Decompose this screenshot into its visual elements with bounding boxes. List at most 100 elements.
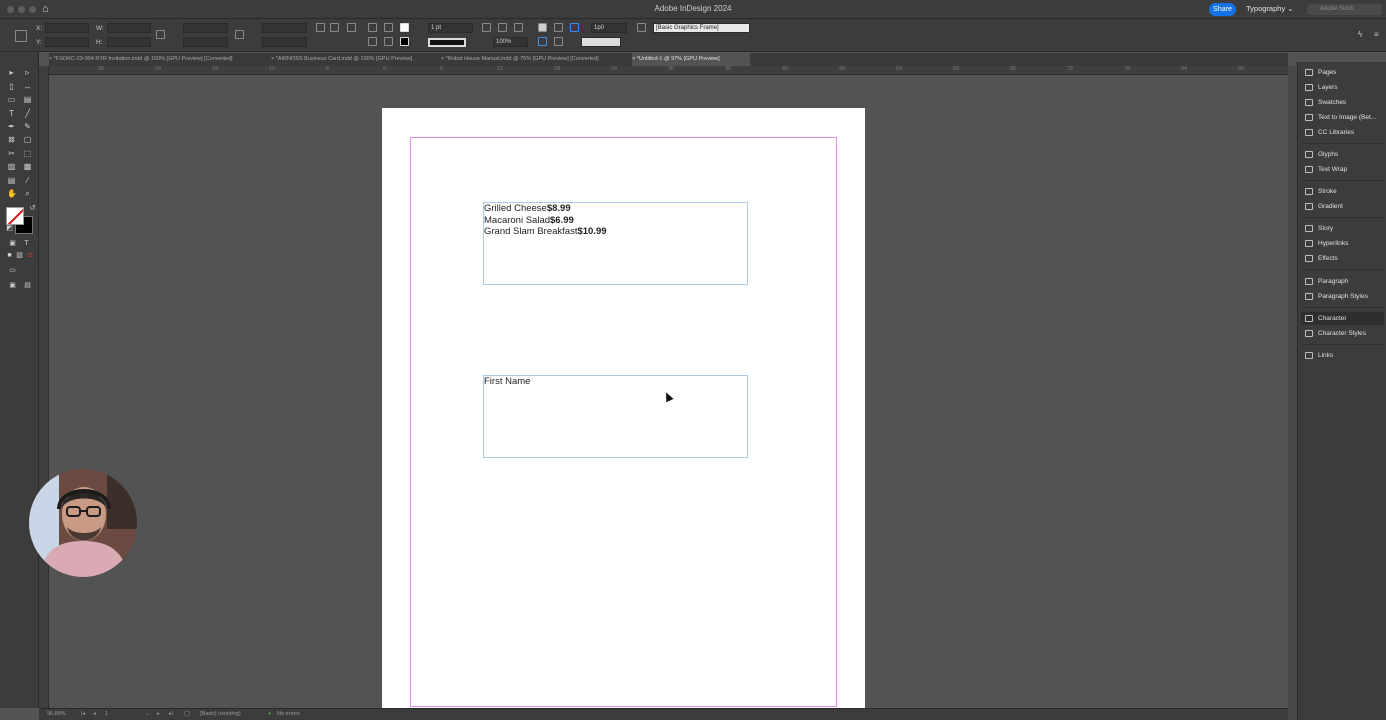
tab-document-1[interactable]: × *FSOKC-23-004 RYR Invitation.indd @ 15… xyxy=(49,53,267,66)
formatting-text-icon[interactable]: T xyxy=(22,239,31,248)
object-style-select[interactable]: [Basic Graphics Frame] xyxy=(653,23,750,33)
stroke-weight-field[interactable]: 1 pt xyxy=(428,23,473,33)
page-tool-icon[interactable]: ▯ xyxy=(7,82,16,91)
reference-point-icon[interactable] xyxy=(15,30,27,42)
open-page-icon[interactable]: ◯ xyxy=(184,711,190,717)
presentation-mode-icon[interactable]: ▤ xyxy=(23,281,32,290)
rectangle-frame-tool-icon[interactable]: ⊠ xyxy=(7,135,16,144)
first-name-text-frame[interactable]: First Name xyxy=(483,375,748,458)
document-page[interactable]: Grilled Cheese$8.99 Macaroni Salad$6.99 … xyxy=(382,108,865,711)
page-number[interactable]: 1 xyxy=(105,711,108,717)
select-previous-icon[interactable] xyxy=(384,23,393,32)
panel-item-pages[interactable]: Pages xyxy=(1301,66,1384,79)
tab-document-4[interactable]: × *Untitled-1 @ 97% [GPU Preview] xyxy=(632,53,750,66)
gradient-feather-tool-icon[interactable]: ▩ xyxy=(23,162,32,171)
apply-none-icon[interactable]: ⧄ xyxy=(26,251,35,260)
preflight-errors[interactable]: No errors xyxy=(277,711,300,717)
close-tab-icon[interactable]: × xyxy=(271,56,274,62)
close-tab-icon[interactable]: × xyxy=(441,56,444,62)
next-page-icon[interactable]: ▸ xyxy=(157,711,160,717)
share-button[interactable]: Share xyxy=(1209,3,1236,16)
eyedropper-tool-icon[interactable]: ⁄ xyxy=(23,176,32,185)
panel-item-gradient[interactable]: Gradient xyxy=(1301,200,1384,213)
preview-mode-icon[interactable]: ▣ xyxy=(8,281,17,290)
last-page-icon[interactable]: ▸| xyxy=(169,711,173,717)
constrain-scale-icon[interactable] xyxy=(235,30,244,39)
panel-item-character-styles[interactable]: Character Styles xyxy=(1301,327,1384,340)
select-container-icon[interactable] xyxy=(368,23,377,32)
panel-item-cc-libraries[interactable]: CC Libraries xyxy=(1301,126,1384,139)
x-position-field[interactable] xyxy=(45,23,89,33)
corner-options-icon[interactable] xyxy=(498,23,507,32)
zoom-level[interactable]: 96.88% xyxy=(47,711,66,717)
gradient-swatch-tool-icon[interactable]: ▨ xyxy=(7,162,16,171)
select-content-icon[interactable] xyxy=(368,37,377,46)
color-preview-field[interactable] xyxy=(581,37,621,47)
panel-item-paragraph[interactable]: Paragraph xyxy=(1301,275,1384,288)
panel-item-layers[interactable]: Layers xyxy=(1301,81,1384,94)
stroke-black-swatch-icon[interactable] xyxy=(400,37,409,46)
panel-item-stroke[interactable]: Stroke xyxy=(1301,185,1384,198)
rotate-ccw-icon[interactable] xyxy=(330,23,339,32)
apply-gradient-icon[interactable]: ▧ xyxy=(15,251,24,260)
rotation-field[interactable] xyxy=(262,23,307,33)
formatting-container-icon[interactable]: ▣ xyxy=(8,239,17,248)
tab-document-2[interactable]: × *AIRNOSS Business Card.indd @ 100% [GP… xyxy=(271,53,439,66)
panel-item-hyperlinks[interactable]: Hyperlinks xyxy=(1301,237,1384,250)
stroke-type-swatch[interactable] xyxy=(428,38,466,47)
selection-tool-icon[interactable]: ▸ xyxy=(7,68,16,77)
tab-document-3[interactable]: × *Robot House Manual.indd @ 75% [GPU Pr… xyxy=(441,53,631,66)
align-left-icon[interactable] xyxy=(538,23,547,32)
scale-y-field[interactable] xyxy=(183,37,228,47)
y-position-field[interactable] xyxy=(45,37,89,47)
default-fill-stroke-icon[interactable]: ◩ xyxy=(5,224,14,233)
vertical-ruler[interactable] xyxy=(39,66,49,708)
swap-fill-stroke-icon[interactable]: ↺ xyxy=(28,204,37,213)
type-tool-icon[interactable]: T xyxy=(7,109,16,118)
gap-tool-icon[interactable]: ↔ xyxy=(23,82,32,91)
pen-tool-icon[interactable]: ✒ xyxy=(7,122,16,131)
panel-item-swatches[interactable]: Swatches xyxy=(1301,96,1384,109)
previous-page-icon[interactable]: ◂ xyxy=(93,711,96,717)
flip-icon[interactable] xyxy=(347,23,356,32)
lightning-icon[interactable]: ϟ xyxy=(1358,30,1362,39)
height-field[interactable] xyxy=(107,37,151,47)
panel-item-paragraph-styles[interactable]: Paragraph Styles xyxy=(1301,290,1384,303)
panel-item-effects[interactable]: Effects xyxy=(1301,252,1384,265)
zoom-tool-icon[interactable]: ⌕ xyxy=(23,189,32,198)
width-field[interactable] xyxy=(107,23,151,33)
page-menu-icon[interactable]: ⌄ xyxy=(145,711,150,717)
pencil-tool-icon[interactable]: ✎ xyxy=(23,122,32,131)
content-placer-icon[interactable]: ▤ xyxy=(23,95,32,104)
distribute-icon[interactable] xyxy=(538,37,547,46)
close-tab-icon[interactable]: × xyxy=(632,56,635,62)
scissors-tool-icon[interactable]: ✂ xyxy=(7,149,16,158)
direct-selection-tool-icon[interactable]: ▹ xyxy=(23,68,32,77)
shear-field[interactable] xyxy=(262,37,307,47)
first-page-icon[interactable]: |◂ xyxy=(81,711,85,717)
panel-item-text-to-image[interactable]: Text to Image (Bet... xyxy=(1301,111,1384,124)
panel-menu-icon[interactable]: ≡ xyxy=(1374,30,1379,39)
panel-item-glyphs[interactable]: Glyphs xyxy=(1301,148,1384,161)
select-next-icon[interactable] xyxy=(384,37,393,46)
horizontal-ruler[interactable]: 30 24 18 12 6 0 6 12 18 24 30 36 42 48 5… xyxy=(49,66,1288,75)
panel-item-text-wrap[interactable]: Text Wrap xyxy=(1301,163,1384,176)
text-wrap-toggle-icon[interactable] xyxy=(554,37,563,46)
dimension-field[interactable]: 1p0 xyxy=(591,23,627,33)
workspace-switcher[interactable]: Typography ⌄ xyxy=(1246,4,1294,13)
fill-none-swatch-icon[interactable] xyxy=(400,23,409,32)
align-right-icon[interactable] xyxy=(570,23,579,32)
rotate-cw-icon[interactable] xyxy=(316,23,325,32)
hand-tool-icon[interactable]: ✋ xyxy=(7,189,17,198)
stock-search-input[interactable]: Adobe Stock xyxy=(1307,4,1382,15)
note-tool-icon[interactable]: ▤ xyxy=(7,176,16,185)
panel-item-character[interactable]: Character xyxy=(1301,312,1384,325)
frame-fitting-icon[interactable] xyxy=(482,23,491,32)
apply-color-icon[interactable]: ■ xyxy=(5,251,14,260)
fill-color-swatch[interactable] xyxy=(6,207,24,225)
constrain-proportions-icon[interactable] xyxy=(156,30,165,39)
effects-fx-icon[interactable] xyxy=(514,23,523,32)
panel-item-story[interactable]: Story xyxy=(1301,222,1384,235)
rectangle-tool-icon[interactable]: ▢ xyxy=(23,135,32,144)
align-center-icon[interactable] xyxy=(554,23,563,32)
